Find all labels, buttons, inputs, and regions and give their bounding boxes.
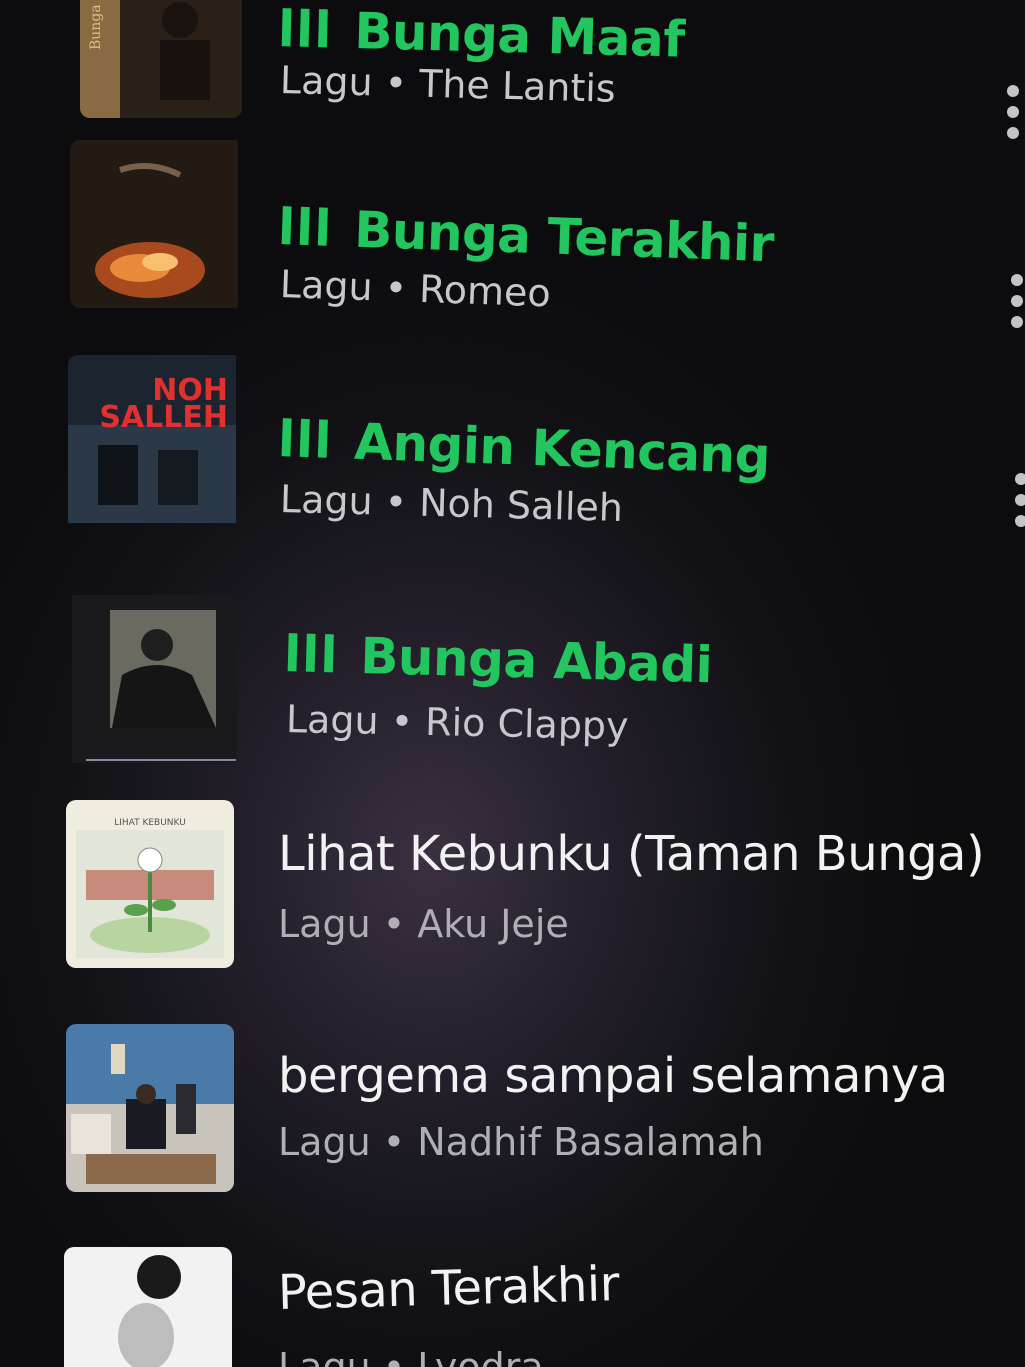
list-item[interactable]: lll Bunga Terakhir Lagu • Romeo bbox=[0, 140, 1025, 340]
more-options-icon[interactable] bbox=[1013, 473, 1025, 537]
album-art-text: LIHAT KEBUNKU bbox=[114, 818, 186, 828]
more-options-icon[interactable] bbox=[1009, 274, 1025, 338]
list-item[interactable]: lll Bunga Abadi Lagu • Rio Clappy bbox=[0, 595, 1025, 795]
song-subtitle: Lagu • Noh Salleh bbox=[279, 477, 624, 530]
song-title: Pesan Terakhir bbox=[277, 1256, 620, 1321]
album-art: LIHAT KEBUNKU bbox=[66, 800, 234, 968]
playing-indicator-icon: lll bbox=[276, 410, 334, 470]
song-title: Lihat Kebunku (Taman Bunga) bbox=[278, 826, 985, 882]
list-item[interactable]: LIHAT KEBUNKU Lihat Kebunku (Taman Bunga… bbox=[0, 800, 1025, 1000]
song-subtitle: Lagu • Aku Jeje bbox=[278, 902, 569, 946]
album-art bbox=[70, 140, 244, 308]
list-item[interactable]: NOH SALLEH lll Angin Kencang Lagu • Noh S… bbox=[0, 355, 1025, 555]
song-subtitle: Lagu • Nadhif Basalamah bbox=[278, 1120, 764, 1164]
playing-indicator-icon: lll bbox=[277, 0, 334, 60]
album-art-text: Bunga Maaf bbox=[88, 0, 104, 50]
song-subtitle: Lagu • The Lantis bbox=[279, 58, 617, 111]
song-subtitle: Lagu • Romeo bbox=[279, 262, 552, 316]
song-title: lll Bunga Terakhir bbox=[276, 198, 775, 274]
list-item[interactable]: Pesan Terakhir Lagu • Lyodra bbox=[0, 1247, 1025, 1367]
song-title: lll Bunga Abadi bbox=[283, 625, 713, 695]
playing-indicator-icon: lll bbox=[276, 198, 334, 258]
playing-indicator-icon: lll bbox=[283, 625, 340, 685]
album-art bbox=[72, 595, 237, 765]
song-title: lll Bunga Maaf bbox=[277, 0, 686, 69]
svg-text:SALLEH: SALLEH bbox=[99, 400, 228, 435]
album-art bbox=[64, 1247, 232, 1367]
album-art: Bunga Maaf bbox=[80, 0, 242, 118]
album-art bbox=[66, 1024, 234, 1192]
song-subtitle: Lagu • Lyodra bbox=[278, 1345, 544, 1367]
album-art: NOH SALLEH bbox=[68, 355, 244, 533]
list-item[interactable]: Bunga Maaf lll Bunga Maaf Lagu • The Lant… bbox=[0, 0, 1025, 160]
song-title: lll Angin Kencang bbox=[276, 410, 772, 486]
search-results-list: Bunga Maaf lll Bunga Maaf Lagu • The Lant… bbox=[0, 0, 1025, 1367]
song-subtitle: Lagu • Rio Clappy bbox=[285, 697, 630, 749]
list-item[interactable]: bergema sampai selamanya Lagu • Nadhif B… bbox=[0, 1024, 1025, 1224]
song-title: bergema sampai selamanya bbox=[278, 1048, 948, 1104]
